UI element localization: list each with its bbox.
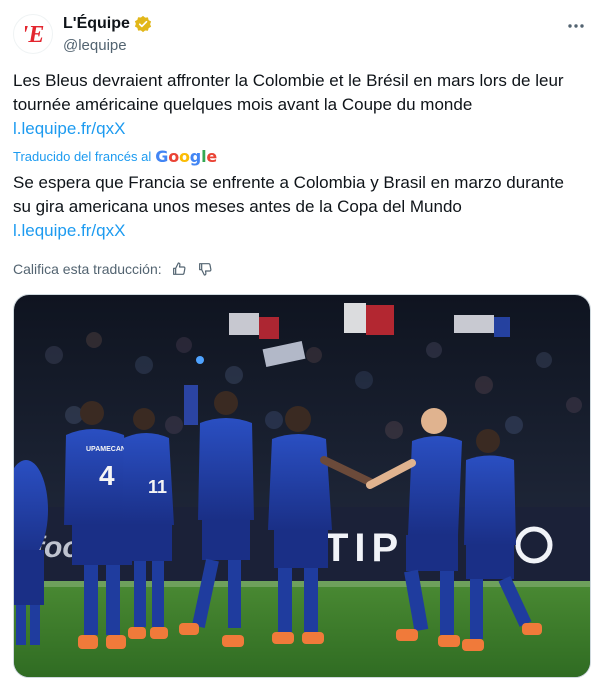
user-handle[interactable]: @lequipe [63,36,152,56]
lequipe-avatar[interactable]: 'E [13,14,53,54]
rate-label: Califica esta traducción: [13,261,162,277]
tweet-header: 'E L'Équipe @lequipe [13,12,588,56]
translated-tweet-text: Se espera que Francia se enfrente a Colo… [13,171,586,243]
lequipe-logo-icon: 'E [22,22,45,48]
gold-verified-badge-icon [134,15,152,33]
original-tweet-text: Les Bleus devraient affronter la Colombi… [13,69,586,141]
display-name[interactable]: L'Équipe [63,14,130,34]
svg-text:11: 11 [148,477,167,497]
original-text: Les Bleus devraient affronter la Colombi… [13,71,564,114]
translated-link[interactable]: l.lequipe.fr/qxX [13,219,586,243]
thumbs-down-icon[interactable] [196,260,214,278]
translated-text: Se espera que Francia se enfrente a Colo… [13,173,564,216]
svg-text:'E: 'E [22,22,45,48]
thumbs-up-icon[interactable] [170,260,188,278]
google-logo: Google [155,147,218,166]
svg-text:TIP: TIP [324,526,404,570]
france-team-celebration-photo: foot TIP 4 UPAMECANO 11 [14,295,590,677]
translated-by-label[interactable]: Traducido del francés al [13,149,151,164]
translation-rating: Califica esta traducción: [13,260,214,278]
more-horizontal-icon[interactable] [564,16,588,36]
original-link[interactable]: l.lequipe.fr/qxX [13,117,586,141]
svg-text:4: 4 [99,460,115,491]
translation-attribution: Traducido del francés al Google [13,147,217,166]
tweet-photo[interactable]: foot TIP 4 UPAMECANO 11 [13,294,591,678]
